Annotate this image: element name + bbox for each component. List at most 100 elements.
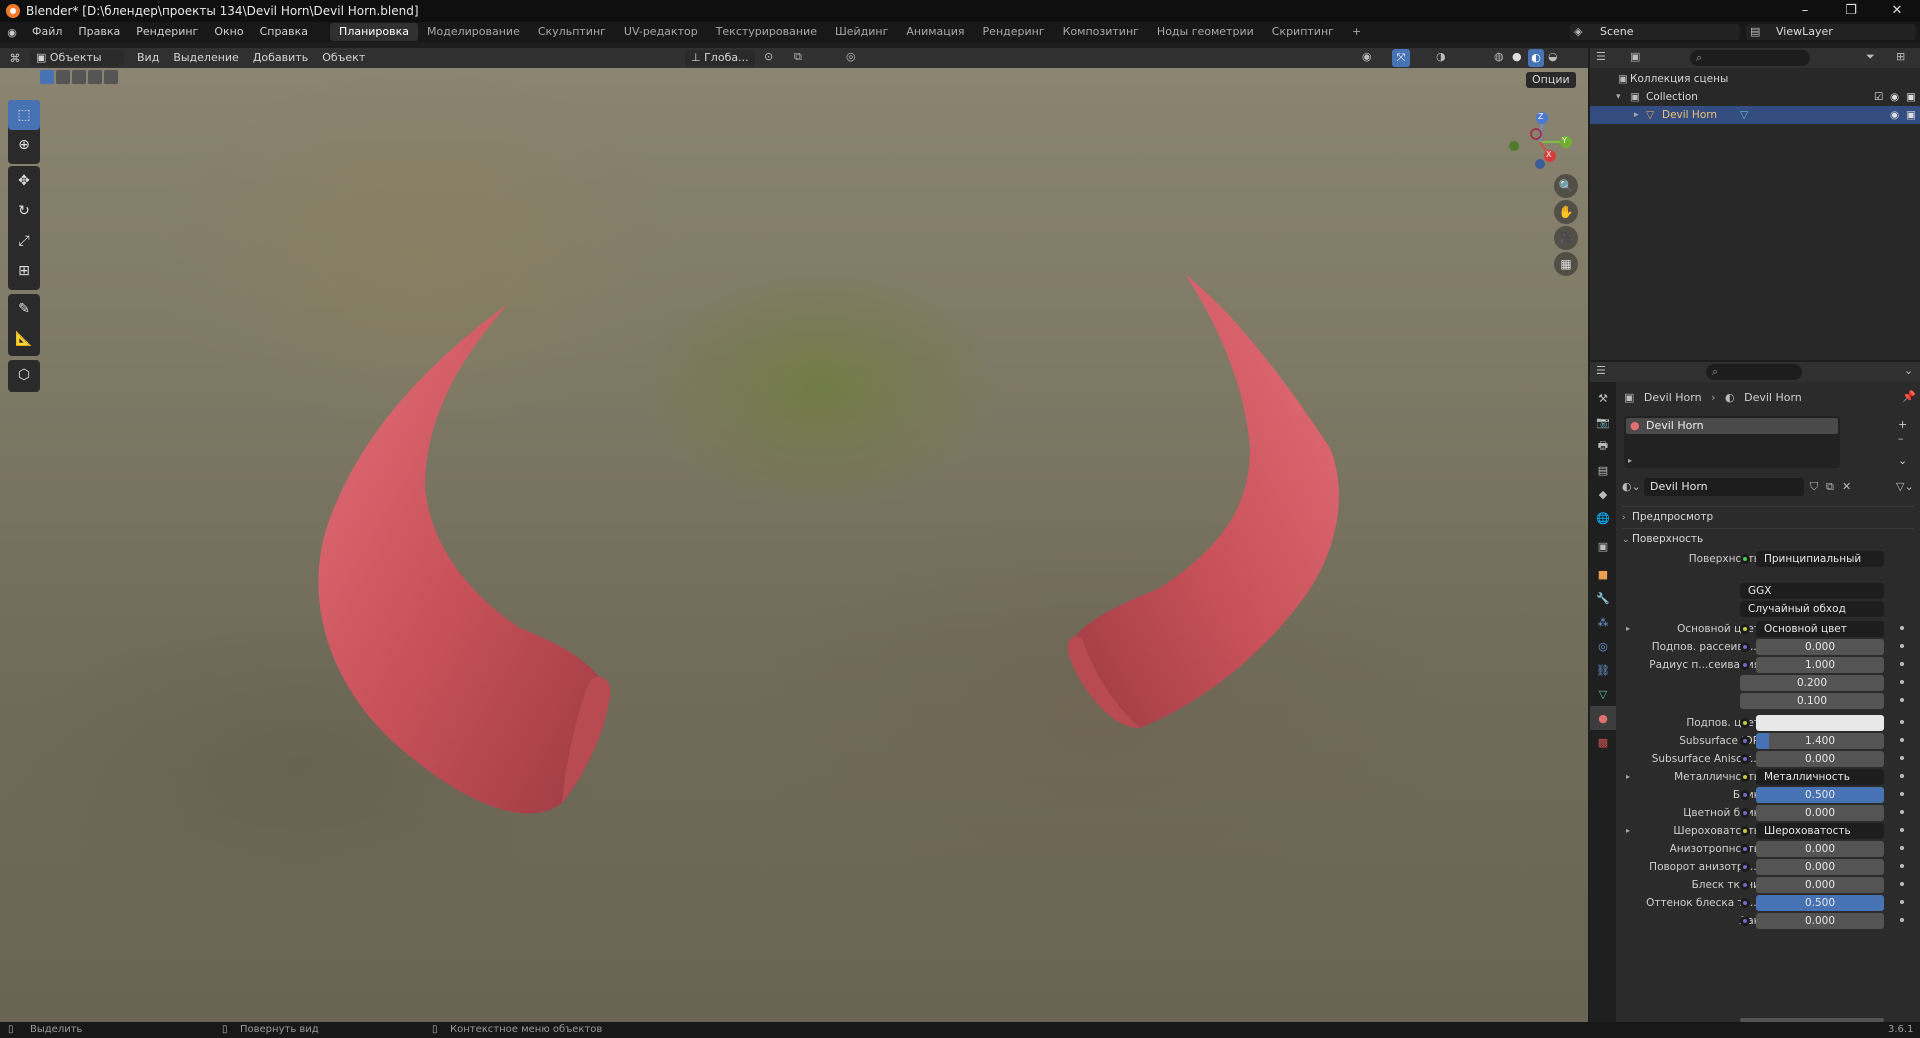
socket-icon[interactable]: [1740, 916, 1750, 926]
properties-editor-type-icon[interactable]: ☰: [1596, 364, 1606, 377]
linked-input-field[interactable]: Шероховатость: [1756, 823, 1884, 839]
scene-tab-icon[interactable]: ◆: [1590, 482, 1616, 506]
keyframe-dot-icon[interactable]: [1900, 738, 1904, 742]
blender-menu-icon[interactable]: ◉: [0, 26, 24, 39]
properties-search-input[interactable]: ⌕: [1706, 364, 1802, 380]
material-slot-row[interactable]: ● Devil Horn: [1626, 418, 1838, 434]
tab-compositing[interactable]: Композитинг: [1054, 23, 1148, 41]
keyframe-dot-icon[interactable]: [1900, 680, 1904, 684]
number-field[interactable]: 1.000: [1756, 657, 1884, 673]
menu-help[interactable]: Справка: [252, 22, 316, 42]
unlink-material-icon[interactable]: ✕: [1842, 480, 1851, 493]
rendered-shading-icon[interactable]: ◒: [1548, 50, 1558, 63]
outliner-row-scene-collection[interactable]: ▣ Коллекция сцены: [1590, 70, 1920, 88]
gizmo-toggle-icon[interactable]: ⤧: [1392, 49, 1410, 67]
menu-edit[interactable]: Правка: [70, 22, 128, 42]
overlays-icon[interactable]: ◑: [1436, 50, 1446, 63]
modifiers-tab-icon[interactable]: 🔧: [1590, 586, 1616, 610]
socket-icon[interactable]: [1740, 844, 1750, 854]
tool-tab-icon[interactable]: ⚒: [1590, 386, 1616, 410]
transform-orientation-selector[interactable]: ⊥ Глоба...: [685, 50, 755, 66]
menu-file[interactable]: Файл: [24, 22, 70, 42]
color-swatch[interactable]: [1756, 715, 1884, 731]
number-field[interactable]: 0.200: [1740, 675, 1884, 691]
remove-slot-icon[interactable]: –: [1898, 432, 1904, 445]
keyframe-dot-icon[interactable]: [1900, 882, 1904, 886]
number-field[interactable]: 0.500: [1756, 787, 1884, 803]
outliner-display-mode-icon[interactable]: ▣: [1630, 50, 1640, 63]
hide-eye-icon[interactable]: ◉: [1890, 106, 1899, 124]
material-browse[interactable]: ◐⌄: [1622, 478, 1641, 496]
outliner-search-input[interactable]: ⌕: [1690, 50, 1810, 66]
keyframe-dot-icon[interactable]: [1900, 846, 1904, 850]
number-field[interactable]: 0.000: [1756, 751, 1884, 767]
snap-icon[interactable]: ⧉: [794, 50, 802, 64]
render-camera-icon[interactable]: ▣: [1906, 88, 1916, 106]
socket-icon[interactable]: [1740, 880, 1750, 890]
socket-icon[interactable]: [1740, 754, 1750, 764]
duplicate-material-icon[interactable]: ⧉: [1826, 480, 1834, 494]
menu-view[interactable]: Вид: [130, 48, 166, 68]
3d-viewport[interactable]: Опции ⬚ ⊕ ✥ ↻ ⤢ ⊞ ✎ 📐 ⬡ Z Y X 🔍 ✋ 🎥 ▦: [0, 68, 1588, 1022]
render-camera-icon[interactable]: ▣: [1906, 106, 1916, 124]
solid-shading-icon[interactable]: ●: [1512, 50, 1522, 63]
exclude-checkbox-icon[interactable]: ☑: [1874, 88, 1883, 106]
number-field[interactable]: 0.000: [1756, 805, 1884, 821]
socket-icon[interactable]: [1740, 642, 1750, 652]
menu-select[interactable]: Выделение: [166, 48, 246, 68]
tab-scripting[interactable]: Скриптинг: [1263, 23, 1343, 41]
number-field[interactable]: 0.000: [1756, 841, 1884, 857]
zoom-icon[interactable]: 🔍: [1554, 174, 1578, 198]
expand-input-icon[interactable]: ▸: [1626, 822, 1630, 840]
tab-geometry-nodes[interactable]: Ноды геометрии: [1148, 23, 1263, 41]
keyframe-dot-icon[interactable]: [1900, 756, 1904, 760]
new-collection-icon[interactable]: ⊞: [1896, 50, 1905, 63]
socket-icon[interactable]: [1740, 790, 1750, 800]
collection-tab-icon[interactable]: ▣: [1590, 534, 1616, 558]
right-horn[interactable]: [1068, 274, 1339, 728]
number-field[interactable]: 0.000: [1756, 859, 1884, 875]
add-slot-icon[interactable]: +: [1898, 418, 1907, 431]
socket-icon[interactable]: [1740, 718, 1750, 728]
keyframe-dot-icon[interactable]: [1900, 792, 1904, 796]
object-tab-icon[interactable]: ■: [1590, 562, 1616, 586]
socket-icon[interactable]: [1740, 772, 1750, 782]
proportional-edit-icon[interactable]: ◎: [846, 50, 856, 63]
ortho-grid-icon[interactable]: ▦: [1554, 252, 1578, 276]
slot-menu-icon[interactable]: ⌄: [1898, 454, 1907, 467]
menu-window[interactable]: Окно: [206, 22, 251, 42]
fake-user-icon[interactable]: ⛉: [1810, 480, 1818, 494]
linked-input-field[interactable]: Металличность: [1756, 769, 1884, 785]
pin-icon[interactable]: 📌: [1902, 390, 1916, 403]
wireframe-shading-icon[interactable]: ◍: [1494, 50, 1504, 63]
section-surface[interactable]: ⌄ Поверхность: [1622, 528, 1914, 548]
constraints-tab-icon[interactable]: ⛓: [1590, 658, 1616, 682]
render-tab-icon[interactable]: 📷: [1590, 410, 1616, 434]
keyframe-dot-icon[interactable]: [1900, 900, 1904, 904]
properties-options-icon[interactable]: ⌄: [1904, 364, 1913, 377]
material-filter-icon[interactable]: ▽⌄: [1896, 480, 1914, 493]
mode-selector[interactable]: ▣ Объекты: [30, 50, 124, 66]
keyframe-dot-icon[interactable]: [1900, 774, 1904, 778]
tab-uv-editing[interactable]: UV-редактор: [615, 23, 707, 41]
tab-modeling[interactable]: Моделирование: [418, 23, 529, 41]
socket-icon[interactable]: [1740, 808, 1750, 818]
visibility-icon[interactable]: ◉: [1362, 50, 1372, 63]
menu-object[interactable]: Объект: [315, 48, 372, 68]
number-field[interactable]: 0.100: [1740, 693, 1884, 709]
outliner-row-collection[interactable]: ▾ ▣ Collection ☑ ◉ ▣: [1590, 88, 1920, 106]
distribution-dropdown[interactable]: GGX: [1740, 583, 1884, 599]
socket-icon[interactable]: [1740, 624, 1750, 634]
linked-input-field[interactable]: Основной цвет: [1756, 621, 1884, 637]
pan-hand-icon[interactable]: ✋: [1554, 200, 1578, 224]
socket-icon[interactable]: [1740, 898, 1750, 908]
number-field[interactable]: 0.000: [1756, 639, 1884, 655]
keyframe-dot-icon[interactable]: [1900, 828, 1904, 832]
menu-render[interactable]: Рендеринг: [128, 22, 206, 42]
keyframe-dot-icon[interactable]: [1900, 626, 1904, 630]
navigation-gizmo[interactable]: Z Y X: [1496, 102, 1576, 182]
close-button[interactable]: ✕: [1874, 0, 1920, 22]
add-workspace-button[interactable]: +: [1343, 23, 1370, 41]
outliner-row-devil-horn[interactable]: ▸ ▽ Devil Horn ▽ ◉ ▣: [1590, 106, 1920, 124]
keyframe-dot-icon[interactable]: [1900, 810, 1904, 814]
